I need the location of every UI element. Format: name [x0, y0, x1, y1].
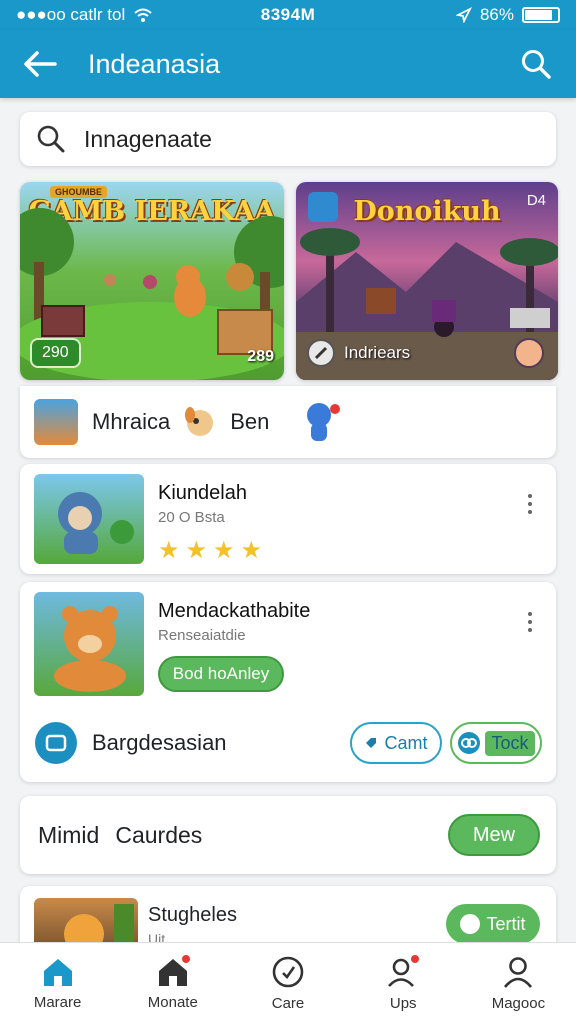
search-icon: [522, 50, 551, 79]
nav-item-ups[interactable]: Ups: [346, 943, 461, 1024]
track-button[interactable]: Tock: [450, 722, 542, 764]
game-title: Stugheles: [148, 904, 237, 926]
star-icon: ★: [213, 537, 235, 564]
avatar: [514, 338, 544, 368]
play-button[interactable]: Bod hoAnley: [158, 656, 284, 692]
detail-button-label: Tertit: [486, 913, 526, 934]
star-icon: ★: [240, 537, 263, 564]
game-list-item[interactable]: Mendackathabite Renseaiatdie Bod hoAnley: [20, 582, 556, 702]
game-list-item[interactable]: Kiundelah 20 O Bsta ★ ★ ★ ★: [20, 464, 556, 574]
category-label[interactable]: Mhraica: [92, 409, 170, 435]
search-icon: [37, 125, 65, 153]
game-title: Kiundelah: [158, 482, 247, 504]
featured-banner-1[interactable]: GHOUMBE GAMB IERAKAA 290 289: [20, 182, 284, 380]
detail-button[interactable]: Tertit: [446, 904, 540, 944]
compass-icon: [272, 956, 304, 988]
nav-label: Care: [271, 995, 305, 1012]
bear-illustration: [58, 492, 134, 554]
circle-icon: [460, 914, 481, 934]
tag-icon: [366, 738, 377, 748]
notification-badge: [179, 953, 192, 965]
cart-button-label: Camt: [384, 732, 428, 753]
cart-button[interactable]: Camt: [350, 722, 442, 764]
game-card: Mendackathabite Renseaiatdie Bod hoAnley…: [20, 582, 556, 782]
back-button[interactable]: [18, 42, 62, 86]
nav-label: Monate: [147, 994, 198, 1011]
feature-row: Bargdesasian Camt Tock: [34, 718, 542, 768]
game-subtitle: Renseaiatdie: [158, 627, 246, 644]
star-icon: ★: [158, 537, 180, 564]
mascot-icon: [307, 403, 341, 441]
nav-item-profile[interactable]: Magooc: [461, 943, 576, 1024]
bottom-navigation: Marare Monate Care Ups Magooc: [0, 942, 576, 1024]
game-thumbnail: [34, 592, 144, 696]
nav-label: Marare: [33, 994, 82, 1011]
tv-icon: [35, 722, 77, 764]
rating-stars: ★ ★ ★ ★: [158, 536, 518, 565]
track-button-label: Tock: [485, 730, 535, 756]
section-title: Caurdes: [115, 821, 203, 848]
carrier-text: ●●●oo catlr tol: [16, 5, 126, 24]
category-thumbnail: [34, 399, 78, 445]
more-options-icon[interactable]: [518, 592, 542, 692]
game-subtitle: 20 O Bsta: [158, 509, 225, 526]
banner-title: Donoikuh: [353, 196, 501, 227]
location-icon: [455, 7, 472, 23]
bear-illustration: [54, 606, 126, 692]
page-title: Indeanasia: [88, 48, 221, 79]
badge-icon: [307, 339, 335, 367]
category-row: Mhraica Ben: [20, 386, 556, 458]
section-title: Mimid: [38, 821, 100, 848]
banner-caption: Indriears: [306, 338, 410, 368]
nav-item-care[interactable]: Care: [230, 943, 345, 1024]
nav-label: Ups: [389, 995, 417, 1012]
nav-item-home[interactable]: Marare: [0, 943, 115, 1024]
puppy-icon: [185, 407, 214, 436]
view-button[interactable]: Mew: [448, 814, 540, 856]
nav-label: Magooc: [491, 995, 546, 1012]
banner-badge-right: 289: [247, 348, 274, 365]
game-title: Mendackathabite: [158, 600, 311, 622]
search-input[interactable]: Innagenaate: [84, 126, 212, 153]
section-header: Mimid Caurdes Mew: [20, 796, 556, 874]
featured-banner-2[interactable]: Donoikuh D4 Indriears: [296, 182, 558, 380]
link-icon: [458, 732, 481, 754]
person-icon: [504, 957, 533, 988]
status-bar: ●●●oo catlr tol 8394M 86%: [0, 0, 576, 30]
banner-caption-text: Indriears: [344, 343, 411, 362]
search-button[interactable]: [514, 42, 558, 86]
banner-corner-label: D4: [526, 192, 546, 209]
game-thumbnail: [34, 474, 144, 564]
nav-item-monate[interactable]: Monate: [115, 943, 230, 1024]
feature-label: Bargdesasian: [92, 730, 227, 755]
app-bar: Indeanasia: [0, 30, 576, 98]
banner-badge-left: 290: [30, 338, 81, 368]
battery-icon: [522, 7, 560, 23]
arrow-left-icon: [24, 51, 57, 77]
status-time: 8394M: [260, 5, 316, 24]
search-field[interactable]: Innagenaate: [20, 112, 556, 166]
more-options-icon[interactable]: [518, 474, 542, 564]
battery-percent: 86%: [479, 5, 514, 24]
category-label[interactable]: Ben: [230, 409, 269, 435]
wifi-icon: [134, 8, 152, 22]
home-icon: [43, 959, 72, 986]
star-icon: ★: [185, 537, 208, 564]
